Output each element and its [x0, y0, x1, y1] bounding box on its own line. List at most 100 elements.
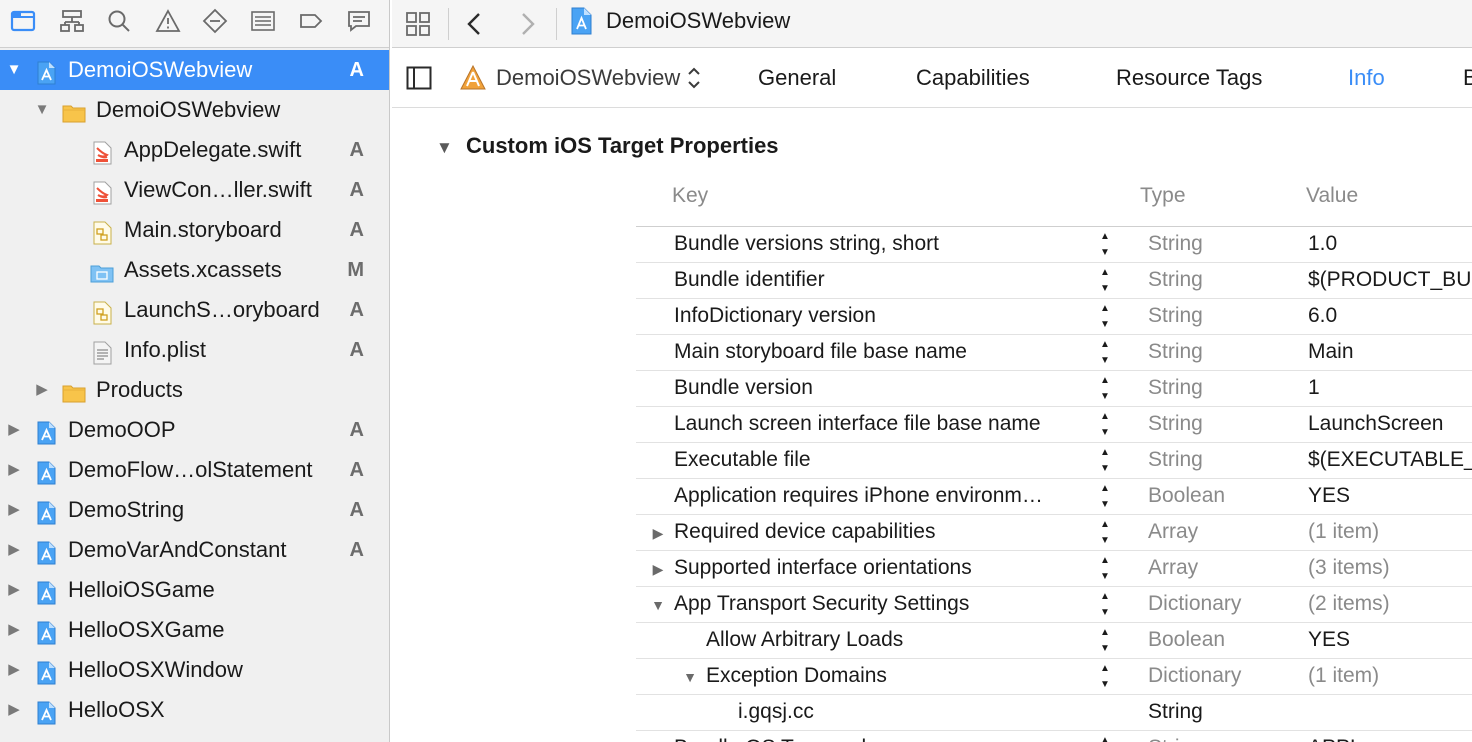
disclosure-closed-icon[interactable]: ▶: [4, 530, 24, 570]
plist-type[interactable]: String: [1148, 263, 1203, 297]
jump-bar-title[interactable]: DemoiOSWebview: [606, 0, 790, 42]
plist-row[interactable]: Allow Arbitrary Loads ▲ ▼ Boolean YES: [636, 623, 1472, 659]
navigator-row[interactable]: ▼ DemoiOSWebview A: [0, 50, 389, 90]
navigator-row[interactable]: ▶ DemoFlow…olStatement A: [0, 450, 389, 490]
tab-info[interactable]: Info: [1348, 50, 1385, 106]
plist-key[interactable]: Main storyboard file base name: [674, 335, 967, 369]
section-header[interactable]: ▼ Custom iOS Target Properties: [436, 130, 779, 164]
disclosure-closed-icon[interactable]: ▶: [4, 690, 24, 730]
tab-capabilities[interactable]: Capabilities: [916, 50, 1030, 106]
forward-arrow-icon[interactable]: [512, 0, 544, 48]
key-stepper-icon[interactable]: ▲▼: [1098, 591, 1112, 619]
plist-key[interactable]: Supported interface orientations: [674, 551, 972, 585]
disclosure-open-icon[interactable]: ▼: [648, 587, 668, 622]
plist-type[interactable]: String: [1148, 731, 1203, 742]
key-stepper-icon[interactable]: ▲▼: [1098, 339, 1112, 367]
key-stepper-icon[interactable]: ▲▼: [1098, 411, 1112, 439]
plist-row[interactable]: i.gqsj.cc String: [636, 695, 1472, 731]
plist-type[interactable]: Boolean: [1148, 623, 1225, 657]
back-arrow-icon[interactable]: [458, 0, 490, 48]
plist-key[interactable]: Bundle OS Type code: [674, 731, 878, 742]
plist-key[interactable]: Bundle version: [674, 371, 813, 405]
plist-row[interactable]: Bundle versions string, short ▲ ▼ String 1.0: [636, 227, 1472, 263]
plist-type[interactable]: Dictionary: [1148, 659, 1241, 693]
navigator-row[interactable]: ▶ DemoOOP A: [0, 410, 389, 450]
disclosure-closed-icon[interactable]: ▶: [4, 650, 24, 690]
plist-value[interactable]: Main: [1308, 335, 1354, 369]
plist-type[interactable]: Boolean: [1148, 479, 1225, 513]
plist-type[interactable]: Array: [1148, 551, 1198, 585]
key-stepper-icon[interactable]: ▲▼: [1098, 375, 1112, 403]
plist-value[interactable]: 6.0: [1308, 299, 1337, 333]
plist-type[interactable]: Array: [1148, 515, 1198, 549]
plist-value[interactable]: (1 item): [1308, 515, 1379, 549]
key-stepper-icon[interactable]: ▲▼: [1098, 735, 1112, 742]
plist-key[interactable]: Allow Arbitrary Loads: [706, 623, 903, 657]
plist-row[interactable]: ▶ Required device capabilities ▲ ▼ Array (1 i…: [636, 515, 1472, 551]
plist-key[interactable]: InfoDictionary version: [674, 299, 876, 333]
key-stepper-icon[interactable]: ▲▼: [1098, 663, 1112, 691]
disclosure-open-icon[interactable]: ▼: [4, 50, 24, 90]
navigator-row[interactable]: ▶ DemoString A: [0, 490, 389, 530]
target-selector[interactable]: DemoiOSWebview: [458, 50, 702, 106]
plist-key[interactable]: Bundle versions string, short: [674, 227, 939, 261]
plist-value[interactable]: $(EXECUTABLE_: [1308, 443, 1472, 477]
key-stepper-icon[interactable]: ▲▼: [1098, 555, 1112, 583]
disclosure-closed-icon[interactable]: ▶: [32, 370, 52, 410]
disclosure-closed-icon[interactable]: ▶: [4, 410, 24, 450]
disclosure-closed-icon[interactable]: ▶: [4, 490, 24, 530]
plist-type[interactable]: Dictionary: [1148, 587, 1241, 621]
tab-build-settings[interactable]: B: [1463, 50, 1472, 106]
grid-icon[interactable]: [400, 0, 436, 48]
plist-row[interactable]: Bundle identifier ▲ ▼ String $(PRODUCT_BU: [636, 263, 1472, 299]
plist-type[interactable]: String: [1148, 443, 1203, 477]
sidebar-toggle-icon[interactable]: [404, 54, 434, 102]
debug-list-icon[interactable]: [248, 6, 278, 36]
tab-general[interactable]: General: [758, 50, 836, 106]
navigator-row[interactable]: ▶ HelloOSXWindow: [0, 650, 389, 690]
navigator-row[interactable]: AppDelegate.swift A: [0, 130, 389, 170]
plist-row[interactable]: Application requires iPhone environm… ▲ ▼ B…: [636, 479, 1472, 515]
disclosure-triangle-icon[interactable]: ▼: [436, 132, 466, 164]
navigator-row[interactable]: ViewCon…ller.swift A: [0, 170, 389, 210]
navigator-row[interactable]: ▶ HelloOSX: [0, 690, 389, 730]
key-stepper-icon[interactable]: ▲▼: [1098, 483, 1112, 511]
key-stepper-icon[interactable]: ▲▼: [1098, 447, 1112, 475]
plist-value[interactable]: (1 item): [1308, 659, 1379, 693]
plist-value[interactable]: YES: [1308, 623, 1350, 657]
key-stepper-icon[interactable]: ▲▼: [1098, 231, 1112, 259]
column-header-value[interactable]: Value: [1306, 180, 1358, 212]
plist-value[interactable]: 1.0: [1308, 227, 1337, 261]
plist-key[interactable]: Application requires iPhone environm…: [674, 479, 1043, 513]
plist-key[interactable]: Executable file: [674, 443, 811, 477]
navigator-row[interactable]: Main.storyboard A: [0, 210, 389, 250]
plist-value[interactable]: LaunchScreen: [1308, 407, 1443, 441]
plist-value[interactable]: $(PRODUCT_BU: [1308, 263, 1471, 297]
test-diamond-icon[interactable]: [200, 6, 230, 36]
navigator-row[interactable]: LaunchS…oryboard A: [0, 290, 389, 330]
key-stepper-icon[interactable]: ▲▼: [1098, 519, 1112, 547]
plist-type[interactable]: String: [1148, 407, 1203, 441]
breakpoint-icon[interactable]: [296, 6, 326, 36]
plist-key[interactable]: i.gqsj.cc: [738, 695, 814, 729]
key-stepper-icon[interactable]: ▲▼: [1098, 627, 1112, 655]
hierarchy-icon[interactable]: [57, 6, 87, 36]
plist-type[interactable]: String: [1148, 299, 1203, 333]
plist-row[interactable]: Bundle OS Type code ▲▼ String APPL: [636, 731, 1472, 742]
plist-value[interactable]: APPL: [1308, 731, 1362, 742]
disclosure-closed-icon[interactable]: ▶: [648, 551, 668, 586]
navigator-row[interactable]: ▶ Products: [0, 370, 389, 410]
plist-key[interactable]: Required device capabilities: [674, 515, 936, 549]
plist-type[interactable]: String: [1148, 335, 1203, 369]
navigator-row[interactable]: ▼ DemoiOSWebview: [0, 90, 389, 130]
search-icon[interactable]: [104, 6, 134, 36]
plist-row[interactable]: Executable file ▲ ▼ String $(EXECUTABLE_: [636, 443, 1472, 479]
plist-type[interactable]: String: [1148, 695, 1203, 729]
disclosure-open-icon[interactable]: ▼: [32, 90, 52, 130]
plist-row[interactable]: Launch screen interface file base name ▲ ▼…: [636, 407, 1472, 443]
disclosure-closed-icon[interactable]: ▶: [4, 610, 24, 650]
plist-type[interactable]: String: [1148, 371, 1203, 405]
navigator-row[interactable]: ▶ DemoVarAndConstant A: [0, 530, 389, 570]
plist-key[interactable]: Bundle identifier: [674, 263, 825, 297]
navigator-row[interactable]: ▶ HelloiOSGame: [0, 570, 389, 610]
